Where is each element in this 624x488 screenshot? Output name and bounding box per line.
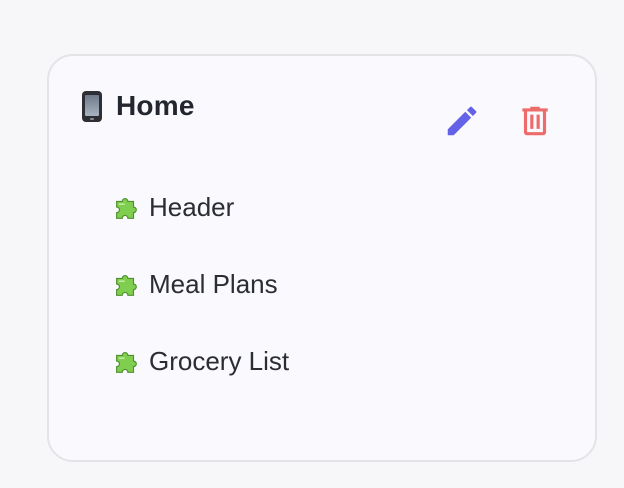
- card-actions: [443, 102, 554, 140]
- puzzle-piece-icon: [116, 275, 137, 296]
- component-item-header[interactable]: Header: [111, 190, 289, 224]
- pencil-icon: [447, 106, 477, 136]
- mobile-phone-icon: [82, 90, 102, 122]
- page-card: Home Header Meal Plans Grocery List: [47, 54, 597, 462]
- puzzle-piece-icon: [116, 198, 137, 219]
- trash-icon: [522, 106, 548, 136]
- component-list: Header Meal Plans Grocery List: [111, 190, 289, 421]
- component-item-label: Header: [149, 191, 235, 222]
- page-title: Home: [116, 90, 195, 121]
- component-item-meal-plans[interactable]: Meal Plans: [111, 267, 289, 301]
- card-header: Home: [82, 90, 195, 122]
- component-item-grocery-list[interactable]: Grocery List: [111, 344, 289, 378]
- component-item-label: Grocery List: [149, 345, 290, 376]
- edit-button[interactable]: [443, 102, 481, 140]
- component-item-label: Meal Plans: [149, 268, 278, 299]
- delete-button[interactable]: [516, 102, 554, 140]
- puzzle-piece-icon: [116, 352, 137, 373]
